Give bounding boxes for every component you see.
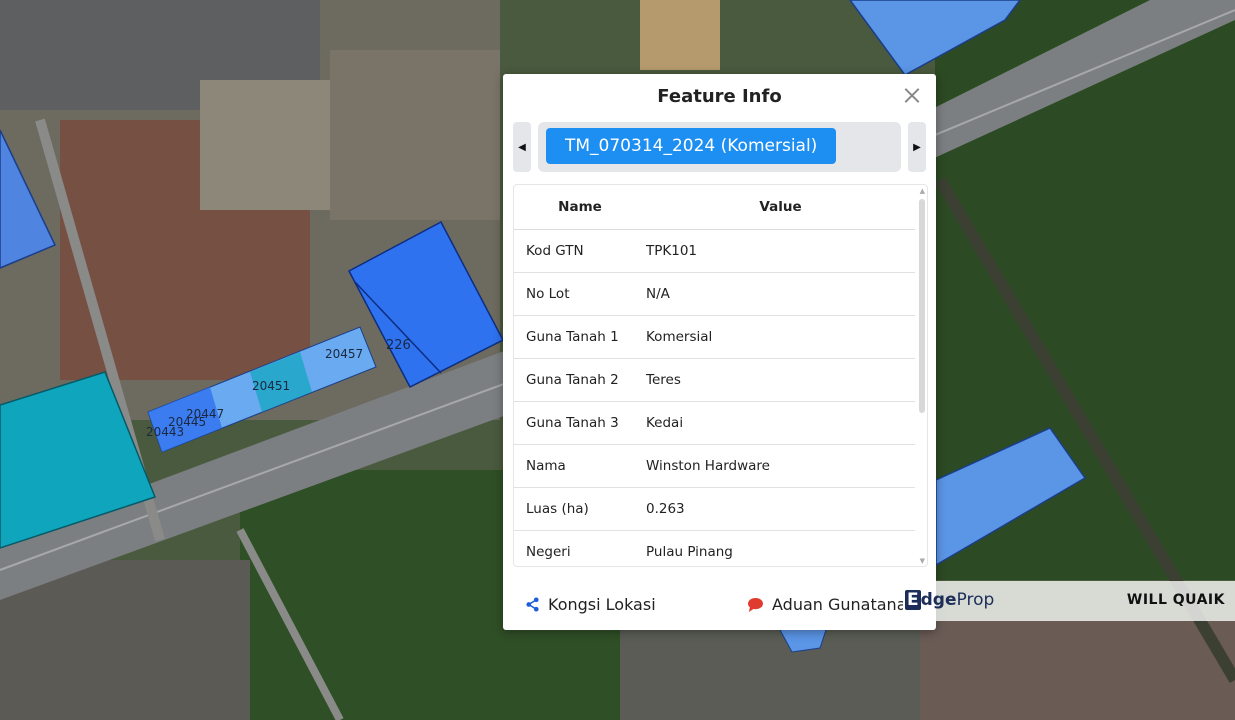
- attribute-value: Pulau Pinang: [646, 530, 915, 566]
- column-header-name: Name: [514, 185, 646, 230]
- caret-left-icon[interactable]: ◀: [513, 122, 531, 172]
- table-row: Guna Tanah 1 Komersial: [514, 315, 915, 359]
- attribute-name: Guna Tanah 1: [514, 315, 646, 359]
- attribute-value: Winston Hardware: [646, 444, 915, 488]
- table-row: Guna Tanah 3 Kedai: [514, 401, 915, 445]
- close-icon[interactable]: [904, 87, 920, 103]
- table-row: Guna Tanah 2 Teres: [514, 358, 915, 402]
- table-row: Nama Winston Hardware: [514, 444, 915, 488]
- attribute-name: Luas (ha): [514, 487, 646, 531]
- popup-title: Feature Info: [657, 86, 782, 107]
- attribute-value: Komersial: [646, 315, 915, 359]
- column-header-value: Value: [646, 185, 915, 230]
- agent-name: WILL QUAIK: [1126, 592, 1225, 608]
- attribute-name: Kod GTN: [514, 229, 646, 273]
- attribute-value: 0.263: [646, 487, 915, 531]
- table-row: Luas (ha) 0.263: [514, 487, 915, 531]
- lot-label: 20451: [252, 379, 290, 393]
- feature-info-popup: Feature Info ◀ TM_070314_2024 (Komersial…: [503, 74, 936, 630]
- share-location-button[interactable]: Kongsi Lokasi: [525, 595, 656, 614]
- attribute-value: Kedai: [646, 401, 915, 445]
- attribute-name: Guna Tanah 2: [514, 358, 646, 402]
- table-row: Kod GTN TPK101: [514, 229, 915, 273]
- attribute-value: Teres: [646, 358, 915, 402]
- table-row: No Lot N/A: [514, 272, 915, 316]
- attribute-name: Negeri: [514, 530, 646, 566]
- report-label: Aduan Gunatanah: [772, 595, 903, 614]
- vertical-scrollbar[interactable]: [919, 199, 925, 413]
- attribute-value: TPK101: [646, 229, 915, 273]
- edgeprop-watermark: EdgeProp WILL QUAIK: [905, 581, 1235, 621]
- edgeprop-logo: EdgeProp: [905, 590, 995, 610]
- attribute-name: Nama: [514, 444, 646, 488]
- report-landuse-button[interactable]: Aduan Gunatanah: [747, 595, 903, 614]
- lot-label: 20447: [186, 407, 224, 421]
- caret-right-icon[interactable]: ▶: [908, 122, 926, 172]
- attribute-name: No Lot: [514, 272, 646, 316]
- share-icon: [526, 597, 539, 612]
- share-label: Kongsi Lokasi: [548, 595, 656, 614]
- scroll-down-icon[interactable]: ▼: [920, 557, 925, 565]
- attribute-table: Name Value Kod GTN TPK101 No Lot N/A Guna …: [514, 185, 915, 566]
- lot-label: 226: [386, 338, 411, 353]
- attribute-value: N/A: [646, 272, 915, 316]
- attribute-name: Guna Tanah 3: [514, 401, 646, 445]
- tab-feature-active[interactable]: TM_070314_2024 (Komersial): [546, 128, 837, 164]
- attribute-table-container[interactable]: Name Value Kod GTN TPK101 No Lot N/A Guna …: [513, 184, 928, 567]
- lot-label: 20457: [325, 347, 363, 361]
- chat-bubble-icon: [748, 597, 763, 612]
- feature-tab-strip: TM_070314_2024 (Komersial): [538, 122, 901, 172]
- scroll-up-icon[interactable]: ▲: [920, 187, 925, 195]
- table-row: Negeri Pulau Pinang: [514, 530, 915, 566]
